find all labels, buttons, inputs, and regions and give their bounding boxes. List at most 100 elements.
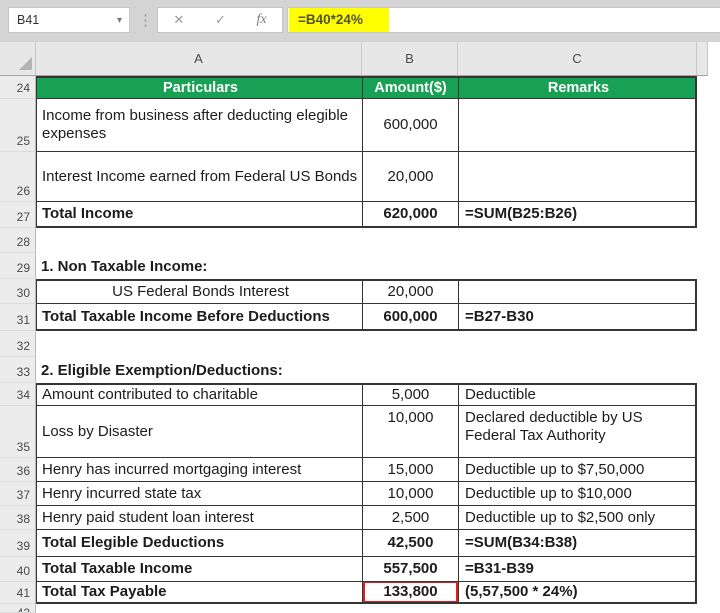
cell-C35[interactable]: Declared deductible by US Federal Tax Au…: [458, 406, 697, 458]
row-header-41[interactable]: 41: [0, 582, 36, 604]
column-header-B[interactable]: B: [362, 42, 458, 76]
cell-B25[interactable]: 600,000: [362, 99, 458, 152]
sheet-row-34: 34Amount contributed to charitable5,000D…: [0, 383, 697, 406]
section-label-cell-A33[interactable]: 2. Eligible Exemption/Deductions:: [36, 357, 697, 383]
cell-B39[interactable]: 42,500: [362, 530, 458, 557]
cell-text: 133,800: [383, 583, 437, 601]
row-header-26[interactable]: 26: [0, 152, 36, 202]
row-header-37[interactable]: 37: [0, 482, 36, 506]
row-header-36[interactable]: 36: [0, 458, 36, 482]
cell-B40[interactable]: 557,500: [362, 557, 458, 582]
cell-A36[interactable]: Henry has incurred mortgaging interest: [36, 458, 362, 482]
cell-C41[interactable]: (5,57,500 * 24%): [458, 582, 697, 604]
column-header-C[interactable]: C: [458, 42, 697, 76]
cell-C24[interactable]: Remarks: [458, 76, 697, 99]
cell-A41[interactable]: Total Tax Payable: [36, 582, 362, 604]
cell-text: Deductible up to $7,50,000: [465, 461, 692, 479]
cell-A24[interactable]: Particulars: [36, 76, 362, 99]
row-header-27[interactable]: 27: [0, 202, 36, 228]
cell-B27[interactable]: 620,000: [362, 202, 458, 228]
cell-A34[interactable]: Amount contributed to charitable: [36, 383, 362, 406]
row-header-38[interactable]: 38: [0, 506, 36, 530]
cell-text: Henry paid student loan interest: [42, 509, 359, 527]
row-cells-27: Total Income620,000 =SUM(B25:B26): [36, 202, 697, 228]
row-header-24[interactable]: 24: [0, 76, 36, 99]
cell-A26[interactable]: Interest Income earned from Federal US B…: [36, 152, 362, 202]
cell-text: Remarks: [465, 79, 692, 97]
row-header-34[interactable]: 34: [0, 383, 36, 406]
cell-A31[interactable]: Total Taxable Income Before Deductions: [36, 304, 362, 331]
insert-function-icon[interactable]: fx: [257, 12, 267, 28]
select-all-triangle-icon: [19, 57, 32, 70]
cell-A35[interactable]: Loss by Disaster: [36, 406, 362, 458]
cell-B38[interactable]: 2,500: [362, 506, 458, 530]
row-cells-40: Total Taxable Income557,500=B31-B39: [36, 557, 697, 582]
cell-A37[interactable]: Henry incurred state tax: [36, 482, 362, 506]
row-header-28[interactable]: 28: [0, 228, 36, 253]
cell-text: 42,500: [388, 534, 434, 552]
formula-text: =B40*24%: [289, 8, 389, 32]
row-header-29[interactable]: 29: [0, 253, 36, 279]
row-cells-36: Henry has incurred mortgaging interest15…: [36, 458, 697, 482]
excel-window: B41 ▾ ⋮ ✕ ✓ fx =B40*24% ABC 24Particular…: [0, 0, 720, 611]
cell-C40[interactable]: =B31-B39: [458, 557, 697, 582]
sheet-row-39: 39Total Elegible Deductions 42,500 =SUM(B3…: [0, 530, 697, 557]
cell-C38[interactable]: Deductible up to $2,500 only: [458, 506, 697, 530]
cell-A38[interactable]: Henry paid student loan interest: [36, 506, 362, 530]
name-box[interactable]: B41 ▾: [8, 7, 130, 33]
cell-C34[interactable]: Deductible: [458, 383, 697, 406]
sheet-row-36: 36Henry has incurred mortgaging interest…: [0, 458, 697, 482]
row-header-32[interactable]: 32: [0, 331, 36, 357]
section-label-cell-A29[interactable]: 1. Non Taxable Income:: [36, 253, 697, 279]
row-header-35[interactable]: 35: [0, 406, 36, 458]
row-header-31[interactable]: 31: [0, 304, 36, 331]
row-header-30[interactable]: 30: [0, 279, 36, 304]
enter-icon[interactable]: ✓: [215, 12, 226, 28]
cell-B34[interactable]: 5,000: [362, 383, 458, 406]
row-cells-30: US Federal Bonds Interest20,000: [36, 279, 697, 304]
formula-input[interactable]: =B40*24%: [287, 7, 720, 33]
cell-A25[interactable]: Income from business after deducting ele…: [36, 99, 362, 152]
empty-row-area[interactable]: [36, 228, 697, 253]
row-cells-24: ParticularsAmount($) Remarks: [36, 76, 697, 99]
cell-C37[interactable]: Deductible up to $10,000: [458, 482, 697, 506]
cell-C36[interactable]: Deductible up to $7,50,000: [458, 458, 697, 482]
cell-C30[interactable]: [458, 279, 697, 304]
row-header-25[interactable]: 25: [0, 99, 36, 152]
cell-text: Henry has incurred mortgaging interest: [42, 461, 359, 479]
row-cells-34: Amount contributed to charitable5,000Ded…: [36, 383, 697, 406]
cell-C25[interactable]: [458, 99, 697, 152]
empty-row-area[interactable]: [36, 331, 697, 357]
cell-B24[interactable]: Amount($): [362, 76, 458, 99]
cell-C31[interactable]: =B27-B30: [458, 304, 697, 331]
cell-B41[interactable]: 133,800: [362, 582, 458, 604]
cancel-icon[interactable]: ✕: [173, 12, 184, 28]
cell-C39[interactable]: =SUM(B34:B38): [458, 530, 697, 557]
row-header-40[interactable]: 40: [0, 557, 36, 582]
cell-B36[interactable]: 15,000: [362, 458, 458, 482]
row-header-39[interactable]: 39: [0, 530, 36, 557]
column-header-A[interactable]: A: [36, 42, 362, 76]
cell-B37[interactable]: 10,000: [362, 482, 458, 506]
cell-C26[interactable]: [458, 152, 697, 202]
separator-dots-icon: ⋮: [138, 8, 150, 34]
cell-C27[interactable]: =SUM(B25:B26): [458, 202, 697, 228]
name-box-dropdown-icon[interactable]: ▾: [117, 15, 129, 26]
cell-B31[interactable]: 600,000: [362, 304, 458, 331]
cell-B30[interactable]: 20,000: [362, 279, 458, 304]
cell-B35[interactable]: 10,000: [362, 406, 458, 458]
row-header-42[interactable]: 42: [0, 604, 36, 613]
empty-row-area[interactable]: [36, 604, 697, 613]
sheet-row-33: 332. Eligible Exemption/Deductions:: [0, 357, 697, 383]
cell-text: =SUM(B25:B26): [465, 205, 692, 223]
cell-A30[interactable]: US Federal Bonds Interest: [36, 279, 362, 304]
cell-A27[interactable]: Total Income: [36, 202, 362, 228]
cell-A39[interactable]: Total Elegible Deductions: [36, 530, 362, 557]
sheet-row-24: 24ParticularsAmount($) Remarks: [0, 76, 697, 99]
row-cells-41: Total Tax Payable 133,800 (5,57,500 * 24%): [36, 582, 697, 604]
formula-buttons: ✕ ✓ fx: [157, 7, 283, 33]
cell-A40[interactable]: Total Taxable Income: [36, 557, 362, 582]
row-header-33[interactable]: 33: [0, 357, 36, 383]
select-all-corner[interactable]: [0, 42, 36, 76]
cell-B26[interactable]: 20,000: [362, 152, 458, 202]
